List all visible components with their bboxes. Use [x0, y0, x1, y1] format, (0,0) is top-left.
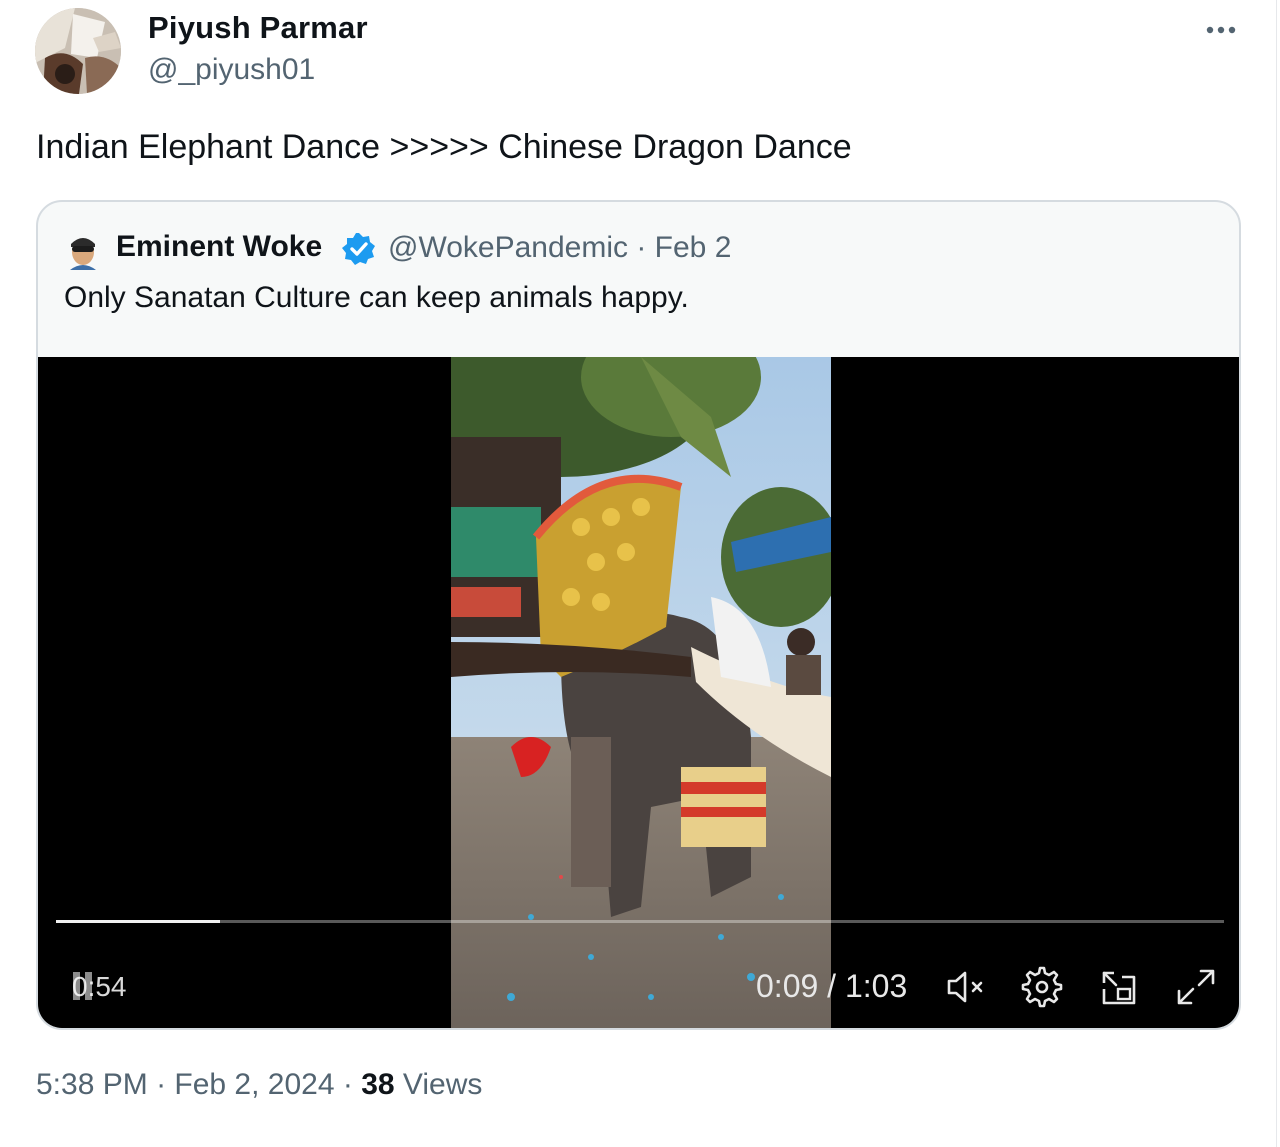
quoted-date[interactable]: Feb 2 — [655, 231, 732, 264]
tweet-meta: 5:38 PM · Feb 2, 2024 · 38 Views — [36, 1068, 483, 1101]
fullscreen-icon[interactable] — [1173, 965, 1219, 1009]
quoted-handle[interactable]: @WokePandemic — [388, 231, 628, 264]
video-current-time: 0:09 — [756, 968, 819, 1004]
picture-in-picture-icon[interactable] — [1096, 965, 1142, 1009]
video-progress-fill — [56, 920, 220, 923]
views-count: 38 — [361, 1068, 395, 1101]
tweet-text: Indian Elephant Dance >>>>> Chinese Drag… — [36, 128, 852, 166]
mute-icon[interactable] — [943, 965, 989, 1009]
video-duration: 1:03 — [844, 968, 908, 1004]
video-timecode: 0:09 / 1:03 — [756, 968, 908, 1004]
tweet-date[interactable]: Feb 2, 2024 — [174, 1068, 334, 1101]
settings-gear-icon[interactable] — [1019, 965, 1065, 1009]
author-avatar[interactable] — [35, 8, 121, 94]
author-handle[interactable]: @_piyush01 — [148, 53, 315, 87]
video-frame-elephant — [451, 357, 831, 1028]
quoted-handle-date: @WokePandemic · Feb 2 — [388, 231, 732, 264]
more-horizontal-icon[interactable] — [1203, 18, 1239, 42]
verified-badge-icon — [341, 231, 377, 267]
video-remaining-time: 0:54 — [72, 971, 127, 1002]
quoted-author-avatar[interactable] — [64, 230, 102, 270]
profile-photo — [35, 8, 121, 94]
quoted-tweet-card[interactable]: Eminent Woke @WokePandemic · Feb 2 Only … — [36, 200, 1241, 1030]
column-divider — [1276, 0, 1277, 1147]
quoted-display-name[interactable]: Eminent Woke — [116, 230, 322, 264]
video-progress-bar[interactable] — [56, 920, 1224, 923]
quoted-tweet-text: Only Sanatan Culture can keep animals ha… — [64, 281, 689, 314]
tweet-time[interactable]: 5:38 PM — [36, 1068, 148, 1101]
author-display-name[interactable]: Piyush Parmar — [148, 10, 368, 46]
views-label: Views — [402, 1068, 483, 1101]
video-player[interactable]: 0:54 0:09 / 1:03 — [38, 357, 1239, 1028]
